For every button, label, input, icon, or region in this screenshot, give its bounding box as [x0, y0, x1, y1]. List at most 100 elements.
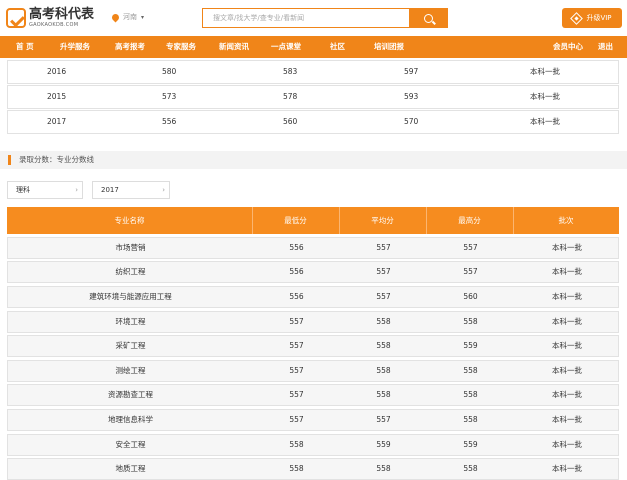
- location-selector[interactable]: 河南 ▾: [110, 12, 144, 22]
- batch-cell: 本科一批: [552, 365, 582, 375]
- avg-score-cell: 560: [283, 117, 298, 126]
- max-score-cell: 557: [463, 267, 478, 277]
- table-row: 2017 556 560 570 本科一批: [7, 110, 619, 134]
- chevron-right-icon: ›: [162, 186, 165, 194]
- major-name-cell: 市场营销: [115, 242, 146, 252]
- batch-cell: 本科一批: [530, 67, 560, 76]
- search-bar: [202, 8, 448, 28]
- min-score-cell: 557: [289, 341, 304, 351]
- avg-score-cell: 558: [376, 316, 391, 326]
- table-row: 环境工程 557 558 558 本科一批: [7, 310, 619, 333]
- avg-score-cell: 558: [376, 464, 391, 474]
- section-accent-bar: [8, 155, 11, 165]
- min-score-cell: 556: [289, 291, 304, 301]
- nav-item-news[interactable]: 新闻资讯: [219, 36, 249, 58]
- nav-item-admission-services[interactable]: 升学服务: [60, 36, 90, 58]
- column-header-max: 最高分: [458, 216, 481, 225]
- section-heading: 录取分数：专业分数线: [0, 151, 627, 169]
- table-row: 资源勘查工程 557 558 558 本科一批: [7, 384, 619, 407]
- batch-cell: 本科一批: [552, 439, 582, 449]
- nav-item-community[interactable]: 社区: [330, 36, 345, 58]
- major-name-cell: 资源勘查工程: [108, 390, 153, 400]
- subject-select[interactable]: 理科 ›: [7, 181, 83, 199]
- batch-cell: 本科一批: [530, 92, 560, 101]
- nav-item-training[interactable]: 培训团报: [374, 36, 404, 58]
- table-row: 建筑环境与能源应用工程 556 557 560 本科一批: [7, 285, 619, 308]
- max-score-cell: 558: [463, 415, 478, 425]
- min-score-cell: 557: [289, 316, 304, 326]
- year-select-value: 2017: [101, 186, 119, 194]
- min-score-cell: 556: [289, 242, 304, 252]
- table-row: 地质工程 558 558 558 本科一批: [7, 458, 619, 480]
- max-score-cell: 559: [463, 341, 478, 351]
- min-score-cell: 557: [289, 365, 304, 375]
- batch-cell: 本科一批: [530, 117, 560, 126]
- table-row: 安全工程 558 559 559 本科一批: [7, 433, 619, 456]
- min-score-cell: 573: [162, 92, 177, 101]
- table-row: 2015 573 578 593 本科一批: [7, 85, 619, 109]
- max-score-cell: 558: [463, 316, 478, 326]
- major-name-cell: 安全工程: [115, 439, 146, 449]
- max-score-cell: 597: [404, 67, 419, 76]
- min-score-cell: 556: [289, 267, 304, 277]
- nav-item-logout[interactable]: 退出: [598, 36, 613, 58]
- avg-score-cell: 557: [376, 291, 391, 301]
- avg-score-cell: 558: [376, 341, 391, 351]
- diamond-icon: [570, 11, 584, 25]
- table-row: 测绘工程 557 558 558 本科一批: [7, 359, 619, 382]
- table-row: 市场营销 556 557 557 本科一批: [7, 236, 619, 259]
- year-cell: 2016: [47, 67, 67, 76]
- avg-score-cell: 559: [376, 439, 391, 449]
- avg-score-cell: 558: [376, 365, 391, 375]
- nav-item-gaokao-apply[interactable]: 高考报考: [115, 36, 145, 58]
- vip-label: 升级VIP: [586, 14, 612, 22]
- location-pin-icon: [110, 12, 121, 22]
- nav-item-member-center[interactable]: 会员中心: [553, 36, 583, 58]
- site-header: 高考科代表 GAOKAOKDB.COM 河南 ▾ 升级VIP: [0, 0, 627, 36]
- chevron-right-icon: ›: [75, 186, 78, 194]
- column-header-avg: 平均分: [371, 216, 394, 225]
- logo-check-icon: [6, 8, 26, 28]
- batch-cell: 本科一批: [552, 316, 582, 326]
- min-score-cell: 557: [289, 415, 304, 425]
- logo-title: 高考科代表: [29, 7, 95, 22]
- search-input[interactable]: [203, 9, 409, 27]
- min-score-cell: 557: [289, 390, 304, 400]
- major-score-table: 专业名称 最低分 平均分 最高分 批次 市场营销 556 557 557 本科一…: [7, 207, 619, 480]
- max-score-cell: 559: [463, 439, 478, 449]
- batch-cell: 本科一批: [552, 390, 582, 400]
- upgrade-vip-button[interactable]: 升级VIP: [562, 8, 622, 28]
- yearly-score-table: 2016 580 583 597 本科一批 2015 573 578 593 本…: [7, 60, 619, 134]
- min-score-cell: 558: [289, 439, 304, 449]
- table-row: 2016 580 583 597 本科一批: [7, 60, 619, 84]
- max-score-cell: 557: [463, 242, 478, 252]
- nav-item-classroom[interactable]: 一点课堂: [271, 36, 301, 58]
- min-score-cell: 580: [162, 67, 177, 76]
- max-score-cell: 558: [463, 464, 478, 474]
- nav-item-home[interactable]: 首 页: [16, 36, 34, 58]
- main-nav: 首 页 升学服务 高考报考 专家服务 新闻资讯 一点课堂 社区 培训团报 会员中…: [0, 36, 627, 58]
- year-select[interactable]: 2017 ›: [92, 181, 170, 199]
- max-score-cell: 570: [404, 117, 419, 126]
- search-button[interactable]: [409, 9, 447, 27]
- table-header: 专业名称 最低分 平均分 最高分 批次: [7, 207, 619, 234]
- table-row: 地理信息科学 557 557 558 本科一批: [7, 409, 619, 432]
- avg-score-cell: 557: [376, 415, 391, 425]
- table-row: 采矿工程 557 558 559 本科一批: [7, 335, 619, 358]
- avg-score-cell: 557: [376, 267, 391, 277]
- subject-select-value: 理科: [16, 186, 30, 194]
- major-name-cell: 环境工程: [115, 316, 146, 326]
- nav-item-expert-services[interactable]: 专家服务: [166, 36, 196, 58]
- location-label: 河南: [123, 13, 137, 21]
- site-logo[interactable]: 高考科代表 GAOKAOKDB.COM: [6, 5, 102, 31]
- max-score-cell: 593: [404, 92, 419, 101]
- batch-cell: 本科一批: [552, 291, 582, 301]
- batch-cell: 本科一批: [552, 341, 582, 351]
- batch-cell: 本科一批: [552, 415, 582, 425]
- batch-cell: 本科一批: [552, 464, 582, 474]
- major-name-cell: 测绘工程: [115, 365, 146, 375]
- min-score-cell: 556: [162, 117, 177, 126]
- column-header-major: 专业名称: [114, 216, 145, 225]
- column-header-batch: 批次: [558, 216, 574, 225]
- search-icon: [423, 13, 433, 23]
